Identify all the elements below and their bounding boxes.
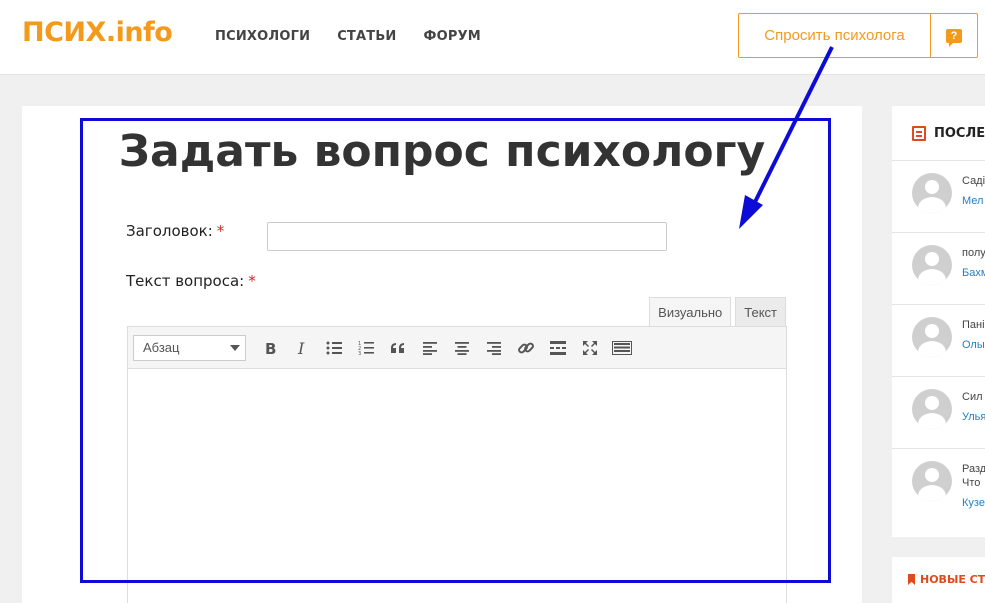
list-item-author-link[interactable]: Мел — [962, 195, 983, 207]
list-item[interactable]: Сил Улья — [892, 377, 985, 449]
list-item-author-link[interactable]: Кузе — [962, 497, 985, 509]
question-text-label: Текст вопроса: * — [126, 272, 256, 290]
list-item[interactable]: полу Бахм — [892, 233, 985, 305]
new-articles-widget: НОВЫЕ СТА — [892, 557, 985, 603]
question-bubble-glyph: ? — [946, 28, 962, 47]
tab-visual[interactable]: Визуально — [649, 297, 732, 326]
site-header: ПСИХ.info ПСИХОЛОГИ СТАТЬИ ФОРУМ Спросит… — [0, 0, 985, 75]
bookmark-icon — [908, 574, 915, 585]
widget-header: ПОСЛЕ — [892, 106, 985, 161]
link-icon[interactable] — [510, 333, 542, 363]
title-label-text: Заголовок: — [126, 222, 213, 240]
question-text-label-text: Текст вопроса: — [126, 272, 245, 290]
editor-content-area[interactable] — [128, 369, 786, 603]
numbered-list-icon[interactable]: 123 — [350, 333, 382, 363]
title-field-label: Заголовок: * — [126, 222, 224, 240]
required-mark: * — [248, 272, 256, 290]
editor-toolbar: Абзац B I 123 — [128, 327, 786, 369]
avatar-icon — [912, 461, 952, 501]
read-more-icon[interactable] — [542, 333, 574, 363]
tab-text[interactable]: Текст — [735, 297, 786, 326]
latest-questions-widget: ПОСЛЕ Саді Мел полу Бахм Пані Олы Сил Ул… — [892, 106, 985, 537]
widget-title: ПОСЛЕ — [934, 125, 985, 141]
svg-text:I: I — [297, 341, 305, 355]
nav-item-articles[interactable]: СТАТЬИ — [337, 29, 396, 44]
site-logo[interactable]: ПСИХ.info — [22, 17, 173, 48]
widget-header: НОВЫЕ СТА — [908, 573, 985, 586]
nav-item-psychologists[interactable]: ПСИХОЛОГИ — [215, 29, 310, 44]
required-mark: * — [216, 222, 225, 240]
list-item-text[interactable]: Пані — [962, 319, 985, 331]
list-item-author-link[interactable]: Улья — [962, 411, 985, 423]
list-item-text[interactable]: Сил — [962, 391, 983, 403]
list-item-author-link[interactable]: Бахм — [962, 267, 985, 279]
chevron-down-icon — [230, 344, 240, 351]
list-item-text-line2[interactable]: Что — [962, 477, 980, 489]
question-bubble-icon: ? — [931, 14, 977, 57]
avatar-icon — [912, 245, 952, 285]
svg-text:3: 3 — [358, 351, 361, 355]
bold-icon[interactable]: B — [254, 333, 286, 363]
avatar-icon — [912, 317, 952, 357]
bulleted-list-icon[interactable] — [318, 333, 350, 363]
format-select-value: Абзац — [143, 340, 180, 355]
format-select[interactable]: Абзац — [133, 334, 246, 361]
question-form-card: Задать вопрос психологу Заголовок: * Текс… — [22, 106, 862, 603]
align-left-icon[interactable] — [414, 333, 446, 363]
avatar-icon — [912, 389, 952, 429]
list-item-text[interactable]: Разд — [962, 463, 985, 475]
align-center-icon[interactable] — [446, 333, 478, 363]
book-icon — [912, 125, 926, 141]
list-item-text[interactable]: полу — [962, 247, 985, 259]
page-title: Задать вопрос психологу — [118, 126, 766, 177]
list-item-text[interactable]: Саді — [962, 175, 985, 187]
list-item-author-link[interactable]: Олы — [962, 339, 985, 351]
keyboard-icon[interactable] — [606, 333, 638, 363]
list-item[interactable]: Пані Олы — [892, 305, 985, 377]
widget-title: НОВЫЕ СТА — [920, 573, 985, 586]
ask-psychologist-button[interactable]: Спросить психолога ? — [738, 13, 978, 58]
blockquote-icon[interactable] — [382, 333, 414, 363]
main-nav: ПСИХОЛОГИ СТАТЬИ ФОРУМ — [215, 29, 508, 44]
avatar-icon — [912, 173, 952, 213]
title-input[interactable] — [267, 222, 667, 251]
svg-text:B: B — [265, 341, 276, 355]
list-item[interactable]: Саді Мел — [892, 161, 985, 233]
rich-text-editor: Абзац B I 123 — [127, 326, 787, 603]
ask-psychologist-label: Спросить психолога — [739, 14, 931, 57]
nav-item-forum[interactable]: ФОРУМ — [424, 29, 481, 44]
italic-icon[interactable]: I — [286, 333, 318, 363]
fullscreen-icon[interactable] — [574, 333, 606, 363]
align-right-icon[interactable] — [478, 333, 510, 363]
editor-tabs: Визуально Текст — [649, 297, 786, 326]
list-item[interactable]: Разд Что Кузе — [892, 449, 985, 533]
